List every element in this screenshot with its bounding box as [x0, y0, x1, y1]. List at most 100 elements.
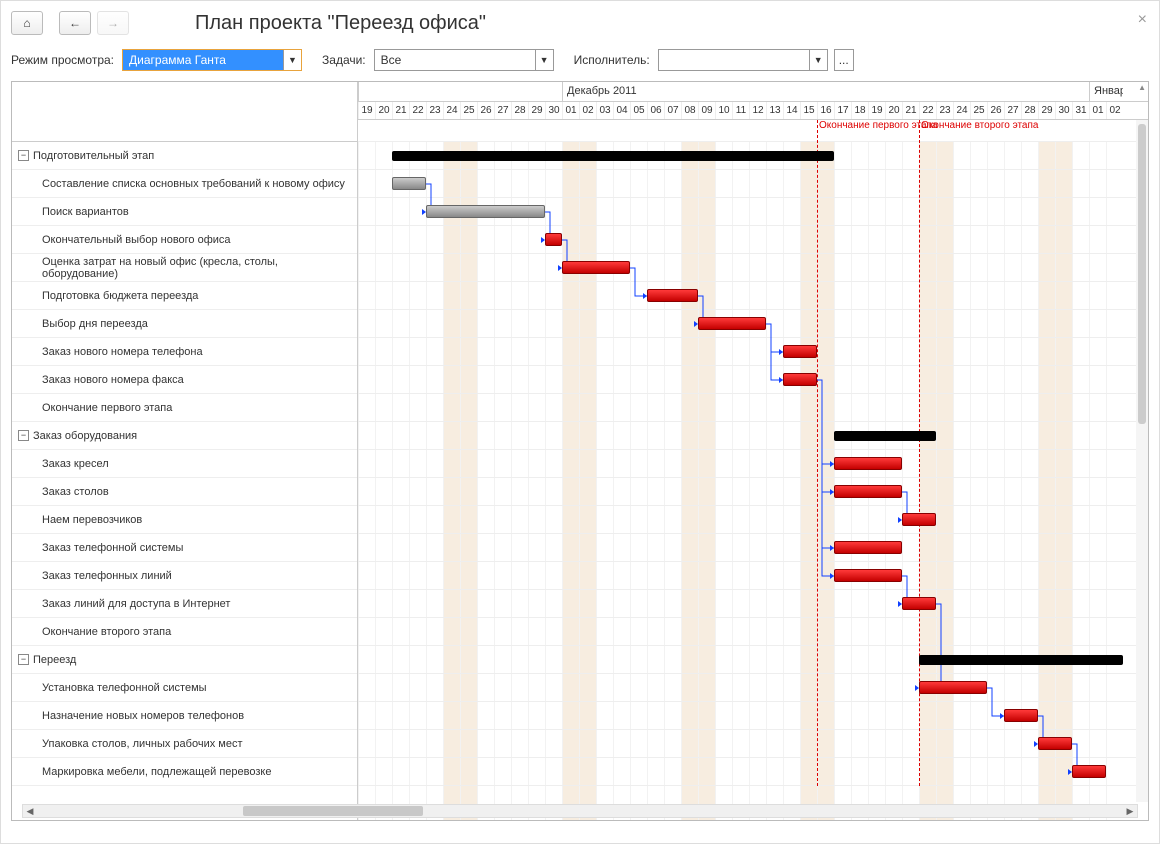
task-row[interactable]: Заказ столов — [12, 478, 357, 506]
toolbar: ⌂ ← → План проекта "Переезд офиса" — [1, 1, 1159, 45]
day-header-cell: 19 — [358, 102, 375, 119]
task-row[interactable]: Заказ телефонной системы — [12, 534, 357, 562]
gantt-row — [358, 170, 1148, 198]
day-header-cell: 25 — [460, 102, 477, 119]
day-header-cell: 18 — [851, 102, 868, 119]
chevron-down-icon[interactable]: ▼ — [809, 50, 827, 70]
task-bar[interactable] — [1072, 765, 1106, 778]
task-row[interactable]: Поиск вариантов — [12, 198, 357, 226]
task-row[interactable]: Наем перевозчиков — [12, 506, 357, 534]
task-bar[interactable] — [834, 541, 902, 554]
vertical-scrollbar[interactable] — [1136, 120, 1148, 802]
task-bar[interactable] — [545, 233, 562, 246]
task-row[interactable]: Окончание второго этапа — [12, 618, 357, 646]
day-header-cell: 02 — [1106, 102, 1123, 119]
gantt-row — [358, 758, 1148, 786]
task-row[interactable]: Оценка затрат на новый офис (кресла, сто… — [12, 254, 357, 282]
task-bar[interactable] — [647, 289, 698, 302]
gantt-row — [358, 310, 1148, 338]
task-name-label: Оценка затрат на новый офис (кресла, сто… — [18, 256, 357, 280]
gantt-row — [358, 282, 1148, 310]
task-bar[interactable] — [1038, 737, 1072, 750]
scroll-right-icon[interactable]: ▶ — [1123, 805, 1137, 817]
day-header-cell: 28 — [511, 102, 528, 119]
task-bar[interactable] — [1004, 709, 1038, 722]
task-bar[interactable] — [392, 177, 426, 190]
summary-bar[interactable] — [392, 151, 834, 161]
gantt-row — [358, 142, 1148, 170]
home-button[interactable]: ⌂ — [11, 11, 43, 35]
task-row[interactable]: Заказ нового номера телефона — [12, 338, 357, 366]
forward-button[interactable]: → — [97, 11, 129, 35]
task-list-column: −Подготовительный этапСоставление списка… — [12, 82, 358, 820]
task-row[interactable]: Заказ линий для доступа в Интернет — [12, 590, 357, 618]
assignee-picker-button[interactable]: ... — [834, 49, 854, 71]
task-row[interactable]: Составление списка основных требований к… — [12, 170, 357, 198]
task-row[interactable]: Установка телефонной системы — [12, 674, 357, 702]
task-bar[interactable] — [919, 681, 987, 694]
task-row[interactable]: Назначение новых номеров телефонов — [12, 702, 357, 730]
assignee-combo[interactable]: ▼ — [658, 49, 828, 71]
task-bar[interactable] — [426, 205, 545, 218]
gantt-row — [358, 618, 1148, 646]
scroll-left-icon[interactable]: ◀ — [23, 805, 37, 817]
day-header-cell: 19 — [868, 102, 885, 119]
view-mode-label: Режим просмотра: — [11, 53, 114, 67]
task-row[interactable]: Маркировка мебели, подлежащей перевозке — [12, 758, 357, 786]
day-header-cell: 05 — [630, 102, 647, 119]
day-header-cell: 24 — [953, 102, 970, 119]
task-name-label: Окончание первого этапа — [18, 402, 172, 414]
task-group-row[interactable]: −Заказ оборудования — [12, 422, 357, 450]
task-bar[interactable] — [834, 457, 902, 470]
tasks-filter-combo[interactable]: Все ▼ — [374, 49, 554, 71]
arrow-left-icon: ← — [69, 16, 81, 30]
task-bar[interactable] — [834, 569, 902, 582]
chevron-down-icon[interactable]: ▼ — [535, 50, 553, 70]
task-row[interactable]: Окончание первого этапа — [12, 394, 357, 422]
view-mode-value: Диаграмма Ганта — [123, 50, 283, 70]
collapse-icon[interactable]: − — [18, 430, 29, 441]
task-header-spacer — [12, 82, 357, 142]
summary-bar[interactable] — [834, 431, 936, 441]
collapse-icon[interactable]: − — [18, 654, 29, 665]
gantt-row — [358, 506, 1148, 534]
day-header-cell: 27 — [1004, 102, 1021, 119]
task-name-label: Заказ кресел — [18, 458, 109, 470]
task-bar[interactable] — [902, 513, 936, 526]
day-header-cell: 30 — [545, 102, 562, 119]
day-header-cell: 07 — [664, 102, 681, 119]
day-header-cell: 08 — [681, 102, 698, 119]
view-mode-combo[interactable]: Диаграмма Ганта ▼ — [122, 49, 302, 71]
day-header-cell: 13 — [766, 102, 783, 119]
task-name-label: Заказ столов — [18, 486, 109, 498]
task-row[interactable]: Выбор дня переезда — [12, 310, 357, 338]
task-row[interactable]: Подготовка бюджета переезда — [12, 282, 357, 310]
task-row[interactable]: Заказ телефонных линий — [12, 562, 357, 590]
task-bar[interactable] — [834, 485, 902, 498]
scrollbar-thumb[interactable] — [243, 806, 423, 816]
close-button[interactable]: × — [1138, 11, 1147, 29]
task-bar[interactable] — [698, 317, 766, 330]
task-bar[interactable] — [783, 373, 817, 386]
task-bar[interactable] — [902, 597, 936, 610]
task-name-label: Установка телефонной системы — [18, 682, 207, 694]
gantt-row — [358, 646, 1148, 674]
task-bar[interactable] — [562, 261, 630, 274]
day-header-cell: 10 — [715, 102, 732, 119]
task-row[interactable]: Заказ нового номера факса — [12, 366, 357, 394]
scrollbar-thumb[interactable] — [1138, 124, 1146, 424]
summary-bar[interactable] — [919, 655, 1123, 665]
chevron-down-icon[interactable]: ▼ — [283, 50, 301, 70]
task-bar[interactable] — [783, 345, 817, 358]
task-group-row[interactable]: −Подготовительный этап — [12, 142, 357, 170]
collapse-icon[interactable]: − — [18, 150, 29, 161]
horizontal-scrollbar[interactable]: ◀ ▶ — [22, 804, 1138, 818]
task-row[interactable]: Окончательный выбор нового офиса — [12, 226, 357, 254]
back-button[interactable]: ← — [59, 11, 91, 35]
gantt-row — [358, 702, 1148, 730]
gantt-chart-body[interactable] — [358, 142, 1148, 786]
gantt-row — [358, 366, 1148, 394]
task-group-row[interactable]: −Переезд — [12, 646, 357, 674]
task-row[interactable]: Заказ кресел — [12, 450, 357, 478]
task-row[interactable]: Упаковка столов, личных рабочих мест — [12, 730, 357, 758]
